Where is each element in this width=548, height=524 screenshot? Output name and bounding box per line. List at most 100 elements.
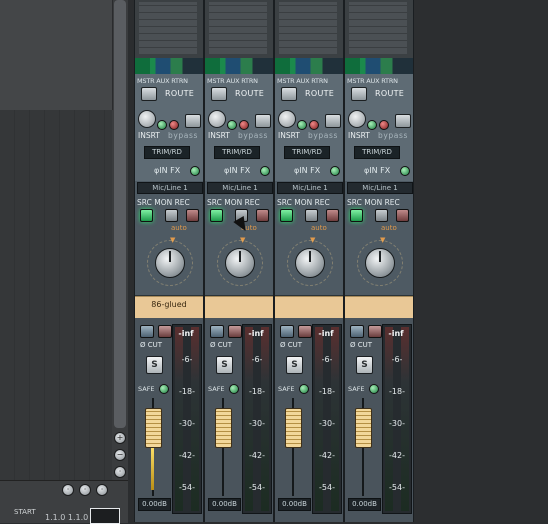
mstr-button[interactable]	[141, 87, 157, 101]
insert-label: INSRT	[348, 131, 370, 140]
insert-slot[interactable]	[345, 296, 413, 320]
peak-readout[interactable]: -inf	[311, 329, 341, 338]
solo-button[interactable]: S	[286, 356, 303, 374]
zoom-out-icon[interactable]: −	[114, 449, 126, 461]
auto-label: auto	[381, 224, 397, 232]
rec-button[interactable]	[256, 209, 269, 222]
scroll-center-icon[interactable]: ·	[79, 484, 91, 496]
scroll-left-icon[interactable]: ·	[62, 484, 74, 496]
src-button[interactable]	[210, 209, 223, 222]
send-knob[interactable]	[208, 110, 226, 128]
bypass-label[interactable]: bypass	[168, 131, 198, 140]
insert-slot[interactable]	[275, 296, 343, 320]
safe-led-icon[interactable]	[369, 384, 379, 394]
record-led-icon[interactable]	[379, 120, 389, 130]
peak-readout[interactable]: -inf	[171, 329, 201, 338]
cut-button[interactable]	[228, 325, 242, 338]
record-led-icon[interactable]	[169, 120, 179, 130]
gain-readout[interactable]: 0.00dB	[278, 498, 311, 511]
mon-button[interactable]	[165, 209, 178, 222]
meter-scale-mark: -30-	[249, 419, 265, 428]
src-button[interactable]	[140, 209, 153, 222]
fx-led-icon[interactable]	[330, 166, 340, 176]
rec-button[interactable]	[326, 209, 339, 222]
peak-readout[interactable]: -inf	[241, 329, 271, 338]
send-led-icon[interactable]	[367, 120, 377, 130]
cut-button[interactable]	[298, 325, 312, 338]
insert-button[interactable]	[395, 114, 411, 128]
solo-button[interactable]: S	[356, 356, 373, 374]
gain-readout[interactable]: 0.00dB	[208, 498, 241, 511]
solo-button[interactable]: S	[146, 356, 163, 374]
cut-button[interactable]	[368, 325, 382, 338]
zoom-in-icon[interactable]: +	[114, 432, 126, 444]
safe-led-icon[interactable]	[159, 384, 169, 394]
src-mon-rec-labels: SRC MON REC	[137, 198, 190, 207]
volume-fader[interactable]	[285, 408, 302, 448]
gain-readout[interactable]: 0.00dB	[138, 498, 171, 511]
cut-button[interactable]	[158, 325, 172, 338]
peak-readout[interactable]: -inf	[381, 329, 411, 338]
insert-slot[interactable]	[205, 296, 273, 320]
trim-readout[interactable]: TRIM/RD	[284, 146, 330, 159]
mstr-button[interactable]	[211, 87, 227, 101]
record-led-icon[interactable]	[239, 120, 249, 130]
bypass-label[interactable]: bypass	[308, 131, 338, 140]
fx-led-icon[interactable]	[260, 166, 270, 176]
in-fx-label: φIN FX	[224, 166, 251, 175]
send-led-icon[interactable]	[157, 120, 167, 130]
send-knob[interactable]	[348, 110, 366, 128]
trim-readout[interactable]: TRIM/RD	[214, 146, 260, 159]
input-selector[interactable]: Mic/Line 1	[207, 182, 273, 194]
send-meter	[205, 58, 273, 74]
volume-fader[interactable]	[215, 408, 232, 448]
src-button[interactable]	[350, 209, 363, 222]
safe-led-icon[interactable]	[299, 384, 309, 394]
vertical-scrollbar[interactable]	[114, 0, 126, 428]
insert-button[interactable]	[255, 114, 271, 128]
insert-button[interactable]	[185, 114, 201, 128]
fx-led-icon[interactable]	[400, 166, 410, 176]
meter-scale-mark: -54-	[179, 483, 195, 492]
gain-readout[interactable]: 0.00dB	[348, 498, 381, 511]
solo-button[interactable]: S	[216, 356, 233, 374]
send-labels: MSTR AUX RTRN	[137, 77, 188, 85]
trim-readout[interactable]: TRIM/RD	[354, 146, 400, 159]
trim-readout[interactable]: TRIM/RD	[144, 146, 190, 159]
send-led-icon[interactable]	[297, 120, 307, 130]
input-selector[interactable]: Mic/Line 1	[347, 182, 413, 194]
scroll-right-icon[interactable]: ·	[96, 484, 108, 496]
insert-button[interactable]	[325, 114, 341, 128]
input-selector[interactable]: Mic/Line 1	[277, 182, 343, 194]
record-led-icon[interactable]	[309, 120, 319, 130]
mon-button[interactable]	[305, 209, 318, 222]
mstr-button[interactable]	[351, 87, 367, 101]
send-knob[interactable]	[138, 110, 156, 128]
zoom-fit-icon[interactable]: ·	[114, 466, 126, 478]
send-knob[interactable]	[278, 110, 296, 128]
mstr-button[interactable]	[281, 87, 297, 101]
phase-button[interactable]	[280, 325, 294, 338]
gain-knob[interactable]	[225, 248, 255, 278]
fx-led-icon[interactable]	[190, 166, 200, 176]
safe-led-icon[interactable]	[229, 384, 239, 394]
send-meter	[135, 58, 203, 74]
gain-knob[interactable]	[365, 248, 395, 278]
volume-fader[interactable]	[145, 408, 162, 448]
volume-fader[interactable]	[355, 408, 372, 448]
send-led-icon[interactable]	[227, 120, 237, 130]
gain-knob[interactable]	[155, 248, 185, 278]
phase-button[interactable]	[210, 325, 224, 338]
rec-button[interactable]	[396, 209, 409, 222]
input-selector[interactable]: Mic/Line 1	[137, 182, 203, 194]
send-labels: MSTR AUX RTRN	[277, 77, 328, 85]
phase-button[interactable]	[140, 325, 154, 338]
src-button[interactable]	[280, 209, 293, 222]
mon-button[interactable]	[375, 209, 388, 222]
strip-header	[275, 0, 343, 58]
bypass-label[interactable]: bypass	[378, 131, 408, 140]
gain-knob[interactable]	[295, 248, 325, 278]
phase-button[interactable]	[350, 325, 364, 338]
bypass-label[interactable]: bypass	[238, 131, 268, 140]
rec-button[interactable]	[186, 209, 199, 222]
